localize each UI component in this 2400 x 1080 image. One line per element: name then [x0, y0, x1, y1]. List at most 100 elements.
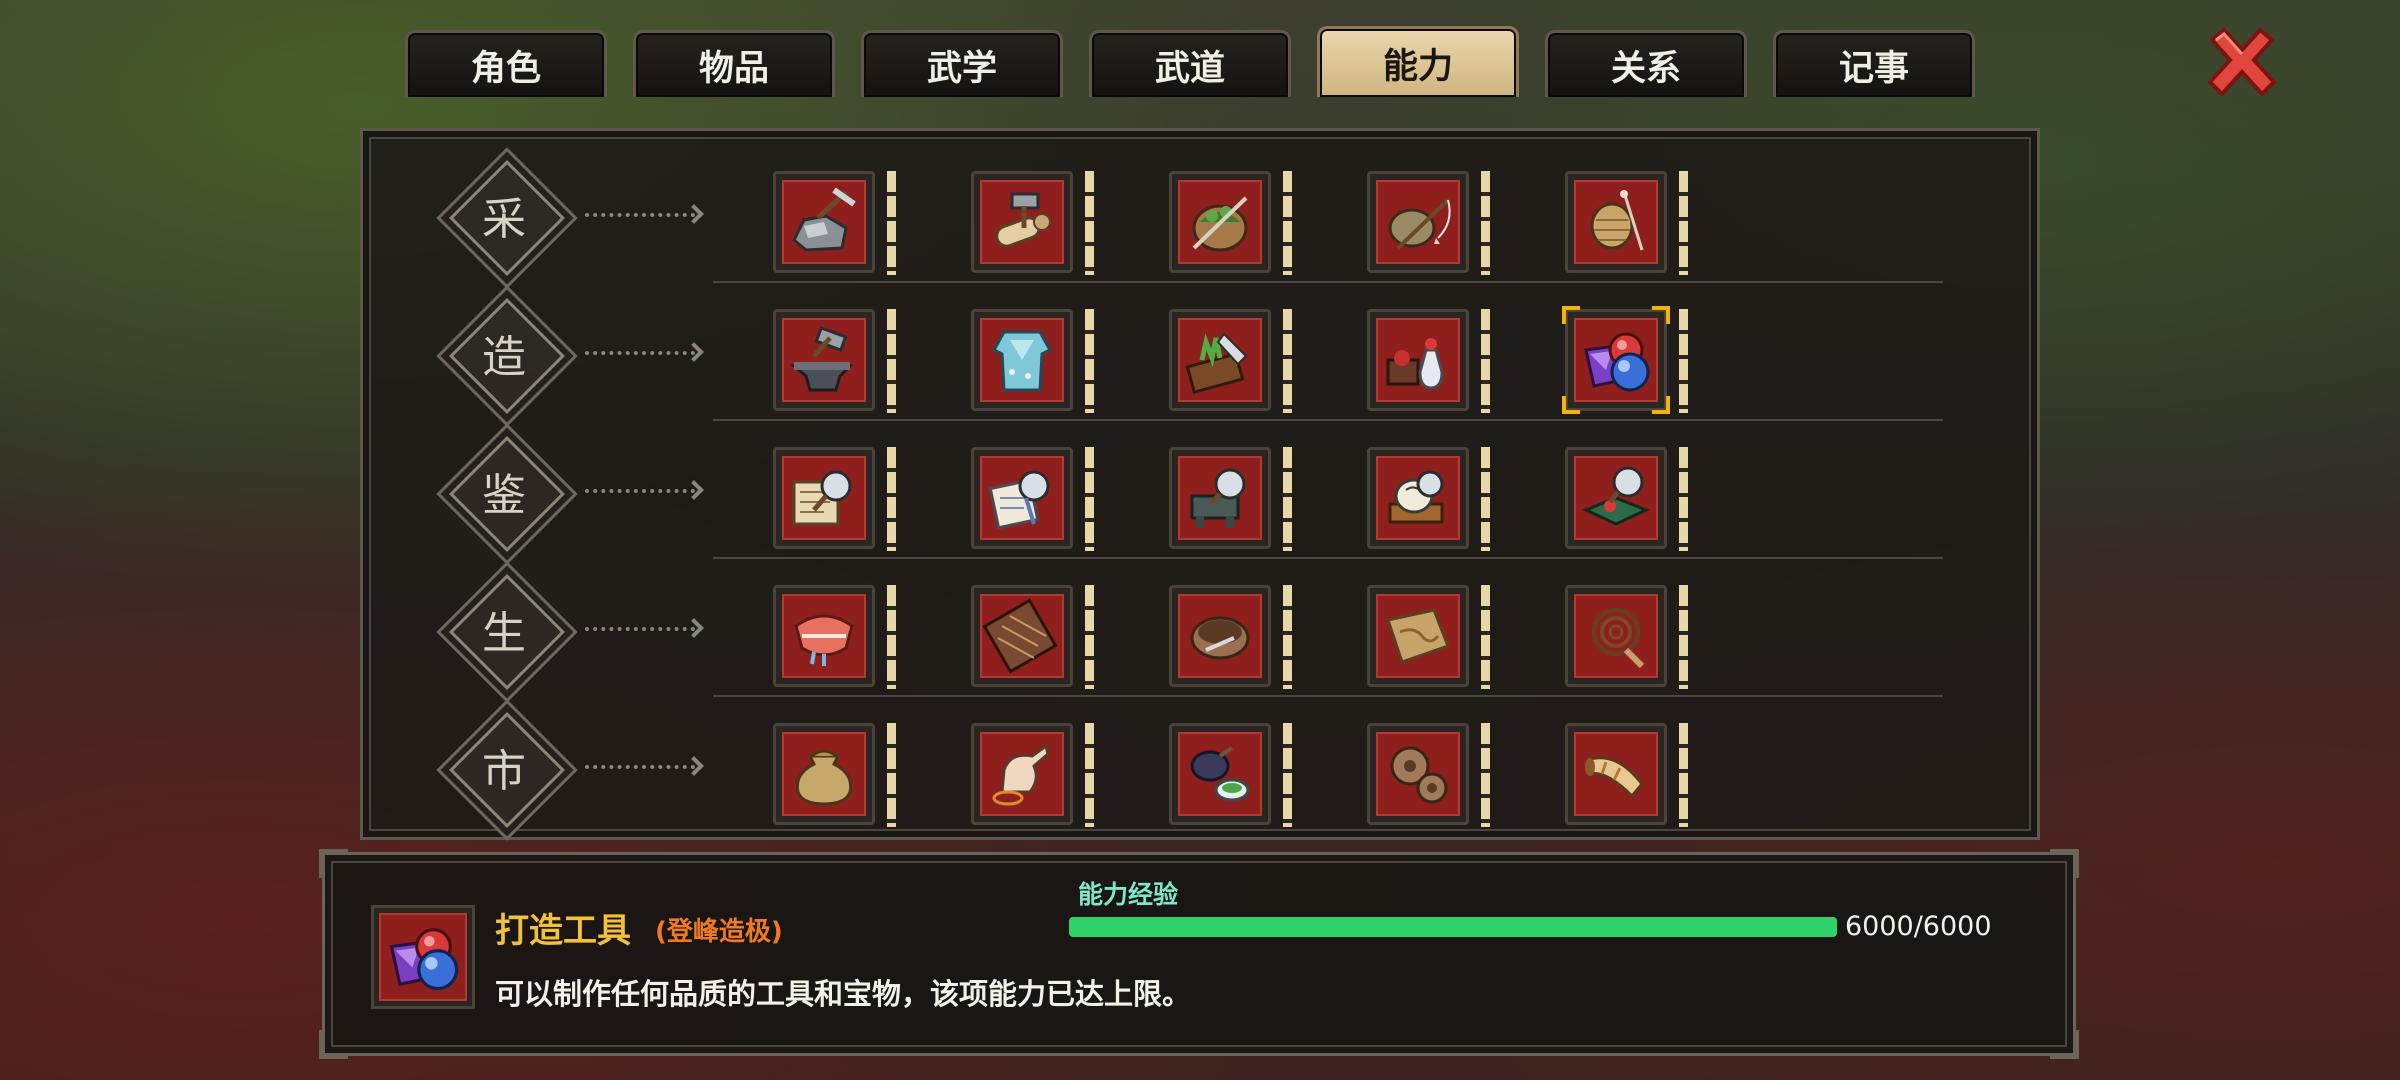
skill-slot[interactable]	[1367, 309, 1469, 411]
skill-level-bar	[1283, 723, 1292, 827]
tab-journal[interactable]: 记事	[1773, 30, 1975, 97]
frame-corner	[2050, 1030, 2079, 1059]
skill-slot[interactable]	[1565, 447, 1667, 549]
ability-row: 生	[363, 559, 2043, 697]
dotted-arrow	[585, 489, 695, 493]
skill-slot[interactable]	[773, 447, 875, 549]
skill-slot-inner	[1574, 180, 1658, 264]
exp-bar	[1069, 917, 1837, 937]
skill-slot[interactable]	[971, 723, 1073, 825]
skill-level-bar	[1283, 309, 1292, 413]
skill-slot[interactable]	[1565, 585, 1667, 687]
dotted-arrow	[585, 351, 695, 355]
skill-level-bar	[1481, 585, 1490, 689]
skill-slot[interactable]	[1367, 447, 1469, 549]
skill-slot-inner	[782, 732, 866, 816]
skill-slot[interactable]	[1565, 171, 1667, 273]
skill-slot[interactable]	[1169, 723, 1271, 825]
map-icon	[1386, 608, 1450, 664]
skill-slot-inner	[1178, 732, 1262, 816]
skill-slot[interactable]	[1565, 723, 1667, 825]
skill-slot-inner	[1574, 732, 1658, 816]
skill-slot[interactable]	[971, 585, 1073, 687]
skill-slot-inner	[782, 594, 866, 678]
fishing-icon	[1388, 198, 1451, 250]
mining-icon	[792, 187, 856, 252]
skill-slot[interactable]	[1169, 585, 1271, 687]
tab-character[interactable]: 角色	[405, 30, 607, 97]
skill-level-bar	[1679, 171, 1688, 275]
skill-slot-inner	[980, 732, 1064, 816]
frame-corner	[319, 849, 348, 878]
frame-corner	[2050, 849, 2079, 878]
skill-slot-inner	[1574, 594, 1658, 678]
skill-level-bar	[1481, 447, 1490, 551]
tab-abilities[interactable]: 能力	[1317, 26, 1519, 97]
tab-martial-way[interactable]: 武道	[1089, 30, 1291, 97]
tab-items[interactable]: 物品	[633, 30, 835, 97]
ability-row: 鉴	[363, 421, 2043, 559]
skill-level-bar	[1085, 723, 1094, 827]
skill-slot-inner	[1376, 594, 1460, 678]
skill-slot[interactable]	[773, 171, 875, 273]
skill-slot-inner	[1178, 594, 1262, 678]
skill-slot[interactable]	[773, 723, 875, 825]
toolmaking-icon	[1584, 332, 1650, 392]
ability-row: 造	[363, 283, 2043, 421]
skill-slot-inner	[1574, 318, 1658, 402]
dotted-arrow	[585, 765, 695, 769]
ability-panel: 采造鉴生市	[360, 128, 2040, 840]
herb-gathering-icon	[1192, 196, 1248, 252]
skill-level-bar	[887, 309, 896, 413]
skill-description: 可以制作任何品质的工具和宝物，该项能力已达上限。	[495, 977, 1192, 1011]
toolmaking-icon	[389, 928, 459, 991]
category-label: 造	[482, 332, 526, 383]
close-x-icon	[2207, 27, 2277, 97]
category-badge: 造	[448, 297, 565, 414]
category-label: 采	[482, 194, 526, 245]
skill-level-bar	[1085, 585, 1094, 689]
tea-icon	[1190, 746, 1250, 802]
appraise-antique-icon	[1388, 470, 1444, 524]
ability-row: 市	[363, 697, 2043, 835]
category-badge: 鉴	[448, 435, 565, 552]
skill-slot-inner	[1376, 318, 1460, 402]
skill-slot-inner	[1376, 180, 1460, 264]
skill-level-bar	[1085, 447, 1094, 551]
tab-martial-arts[interactable]: 武学	[861, 30, 1063, 97]
category-label: 生	[482, 608, 526, 659]
skill-level-bar	[1679, 309, 1688, 413]
skill-slot-inner	[782, 318, 866, 402]
detail-panel: 打造工具 (登峰造极) 可以制作任何品质的工具和宝物，该项能力已达上限。 能力经…	[319, 849, 2079, 1059]
skill-slot[interactable]	[1169, 447, 1271, 549]
exp-bar-fill	[1069, 917, 1837, 937]
skill-slot[interactable]	[971, 309, 1073, 411]
skill-slot[interactable]	[773, 309, 875, 411]
skill-slot[interactable]	[1367, 723, 1469, 825]
skill-level-bar	[887, 585, 896, 689]
skill-slot-inner	[1376, 732, 1460, 816]
skill-name: 打造工具	[495, 911, 631, 951]
skill-level-bar	[1283, 585, 1292, 689]
skill-level-bar	[1679, 585, 1688, 689]
tab-relations[interactable]: 关系	[1545, 30, 1747, 97]
skill-level-bar	[1481, 171, 1490, 275]
skill-level-bar	[887, 171, 896, 275]
skill-slot-inner	[980, 456, 1064, 540]
close-button[interactable]	[2202, 22, 2282, 102]
skill-level-bar	[1283, 171, 1292, 275]
skill-slot-inner	[1376, 456, 1460, 540]
skill-slot-inner	[980, 594, 1064, 678]
skill-slot[interactable]	[971, 447, 1073, 549]
whip-icon	[1591, 607, 1645, 669]
skill-slot[interactable]	[1169, 171, 1271, 273]
skill-slot[interactable]	[1367, 585, 1469, 687]
skill-slot[interactable]	[1562, 306, 1670, 414]
skill-slot[interactable]	[1169, 309, 1271, 411]
skill-slot[interactable]	[971, 171, 1073, 273]
alchemy-icon	[1386, 338, 1444, 390]
skill-slot[interactable]	[1367, 171, 1469, 273]
chess-board-icon	[982, 598, 1058, 674]
skill-level-bar	[1679, 447, 1688, 551]
skill-slot[interactable]	[773, 585, 875, 687]
